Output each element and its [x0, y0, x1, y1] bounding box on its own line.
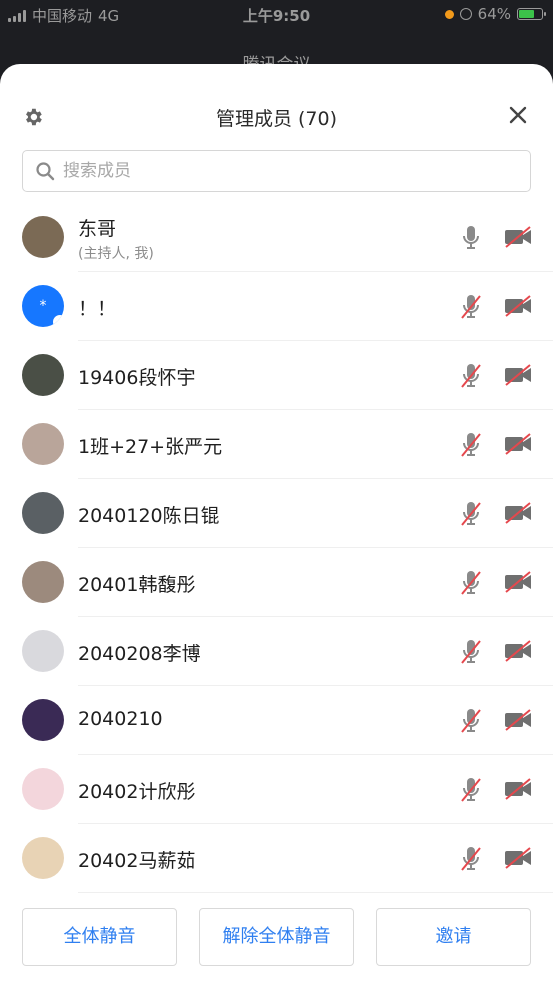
avatar — [22, 561, 64, 603]
avatar — [22, 492, 64, 534]
recording-dot-icon — [444, 9, 454, 19]
search-box[interactable] — [22, 150, 531, 192]
manage-members-sheet: 管理成员 (70) 东哥 (主持人, 我) * ！！ 19406段怀宇 1班+27+张严元… — [0, 64, 553, 983]
mic-muted-icon[interactable] — [458, 637, 484, 667]
member-name: 东哥 — [78, 218, 117, 240]
search-input[interactable] — [61, 160, 465, 182]
battery-icon — [517, 8, 546, 20]
member-name: 2040120陈日锟 — [78, 505, 220, 527]
camera-off-icon[interactable] — [503, 570, 533, 594]
mic-muted-icon[interactable] — [458, 361, 484, 391]
member-name: 2040210 — [78, 708, 163, 730]
member-name: 1班+27+张严元 — [78, 436, 223, 458]
camera-off-icon[interactable] — [503, 501, 533, 525]
status-bar: 中国移动 4G 上午9:50 64% — [0, 0, 553, 28]
camera-off-icon[interactable] — [503, 432, 533, 456]
invite-button[interactable]: 邀请 — [376, 908, 531, 966]
avatar: * — [22, 285, 64, 327]
member-row[interactable]: 19406段怀宇 — [0, 341, 553, 410]
mic-muted-icon[interactable] — [458, 568, 484, 598]
member-role: (主持人, 我) — [78, 246, 154, 262]
avatar — [22, 354, 64, 396]
member-list: 东哥 (主持人, 我) * ！！ 19406段怀宇 1班+27+张严元 2040120陈日锟… — [0, 203, 553, 893]
avatar — [22, 837, 64, 879]
camera-off-icon[interactable] — [503, 639, 533, 663]
status-right: 64% — [444, 5, 546, 23]
member-name: 20402计欣彤 — [78, 781, 196, 803]
mic-icon[interactable] — [458, 223, 484, 253]
camera-off-icon[interactable] — [503, 363, 533, 387]
sheet-title: 管理成员 (70) — [215, 108, 338, 130]
mic-muted-icon[interactable] — [458, 844, 484, 874]
unmute-all-button[interactable]: 解除全体静音 — [199, 908, 354, 966]
member-name: 19406段怀宇 — [78, 367, 196, 389]
member-name: 20402马薪茹 — [78, 850, 196, 872]
mic-muted-icon[interactable] — [458, 292, 484, 322]
mic-muted-icon[interactable] — [458, 499, 484, 529]
member-row[interactable]: 2040210 — [0, 686, 553, 755]
member-row[interactable]: 2040208李博 — [0, 617, 553, 686]
avatar — [22, 216, 64, 258]
mute-all-button[interactable]: 全体静音 — [22, 908, 177, 966]
mic-muted-icon[interactable] — [458, 775, 484, 805]
avatar — [22, 423, 64, 465]
mic-muted-icon[interactable] — [458, 430, 484, 460]
member-row[interactable]: 东哥 (主持人, 我) — [0, 203, 553, 272]
avatar — [22, 768, 64, 810]
camera-off-icon[interactable] — [503, 294, 533, 318]
action-footer: 全体静音 解除全体静音 邀请 — [0, 895, 553, 983]
member-row[interactable]: 20401韩馥彤 — [0, 548, 553, 617]
avatar — [22, 630, 64, 672]
member-row[interactable]: 2040120陈日锟 — [0, 479, 553, 548]
avatar — [22, 699, 64, 741]
search-icon — [36, 162, 55, 181]
mic-muted-icon[interactable] — [458, 706, 484, 736]
battery-percent: 64% — [477, 5, 511, 23]
member-name: ！！ — [78, 298, 117, 320]
member-row[interactable]: 20402计欣彤 — [0, 755, 553, 824]
camera-off-icon[interactable] — [503, 777, 533, 801]
orientation-lock-icon — [459, 8, 472, 20]
camera-off-icon[interactable] — [503, 708, 533, 732]
member-name: 2040208李博 — [78, 643, 201, 665]
camera-off-icon[interactable] — [503, 846, 533, 870]
member-row[interactable]: * ！！ — [0, 272, 553, 341]
close-icon[interactable] — [507, 105, 529, 127]
member-name: 20401韩馥彤 — [78, 574, 196, 596]
member-row[interactable]: 20402马薪茹 — [0, 824, 553, 893]
member-row[interactable]: 1班+27+张严元 — [0, 410, 553, 479]
camera-off-icon[interactable] — [503, 225, 533, 249]
